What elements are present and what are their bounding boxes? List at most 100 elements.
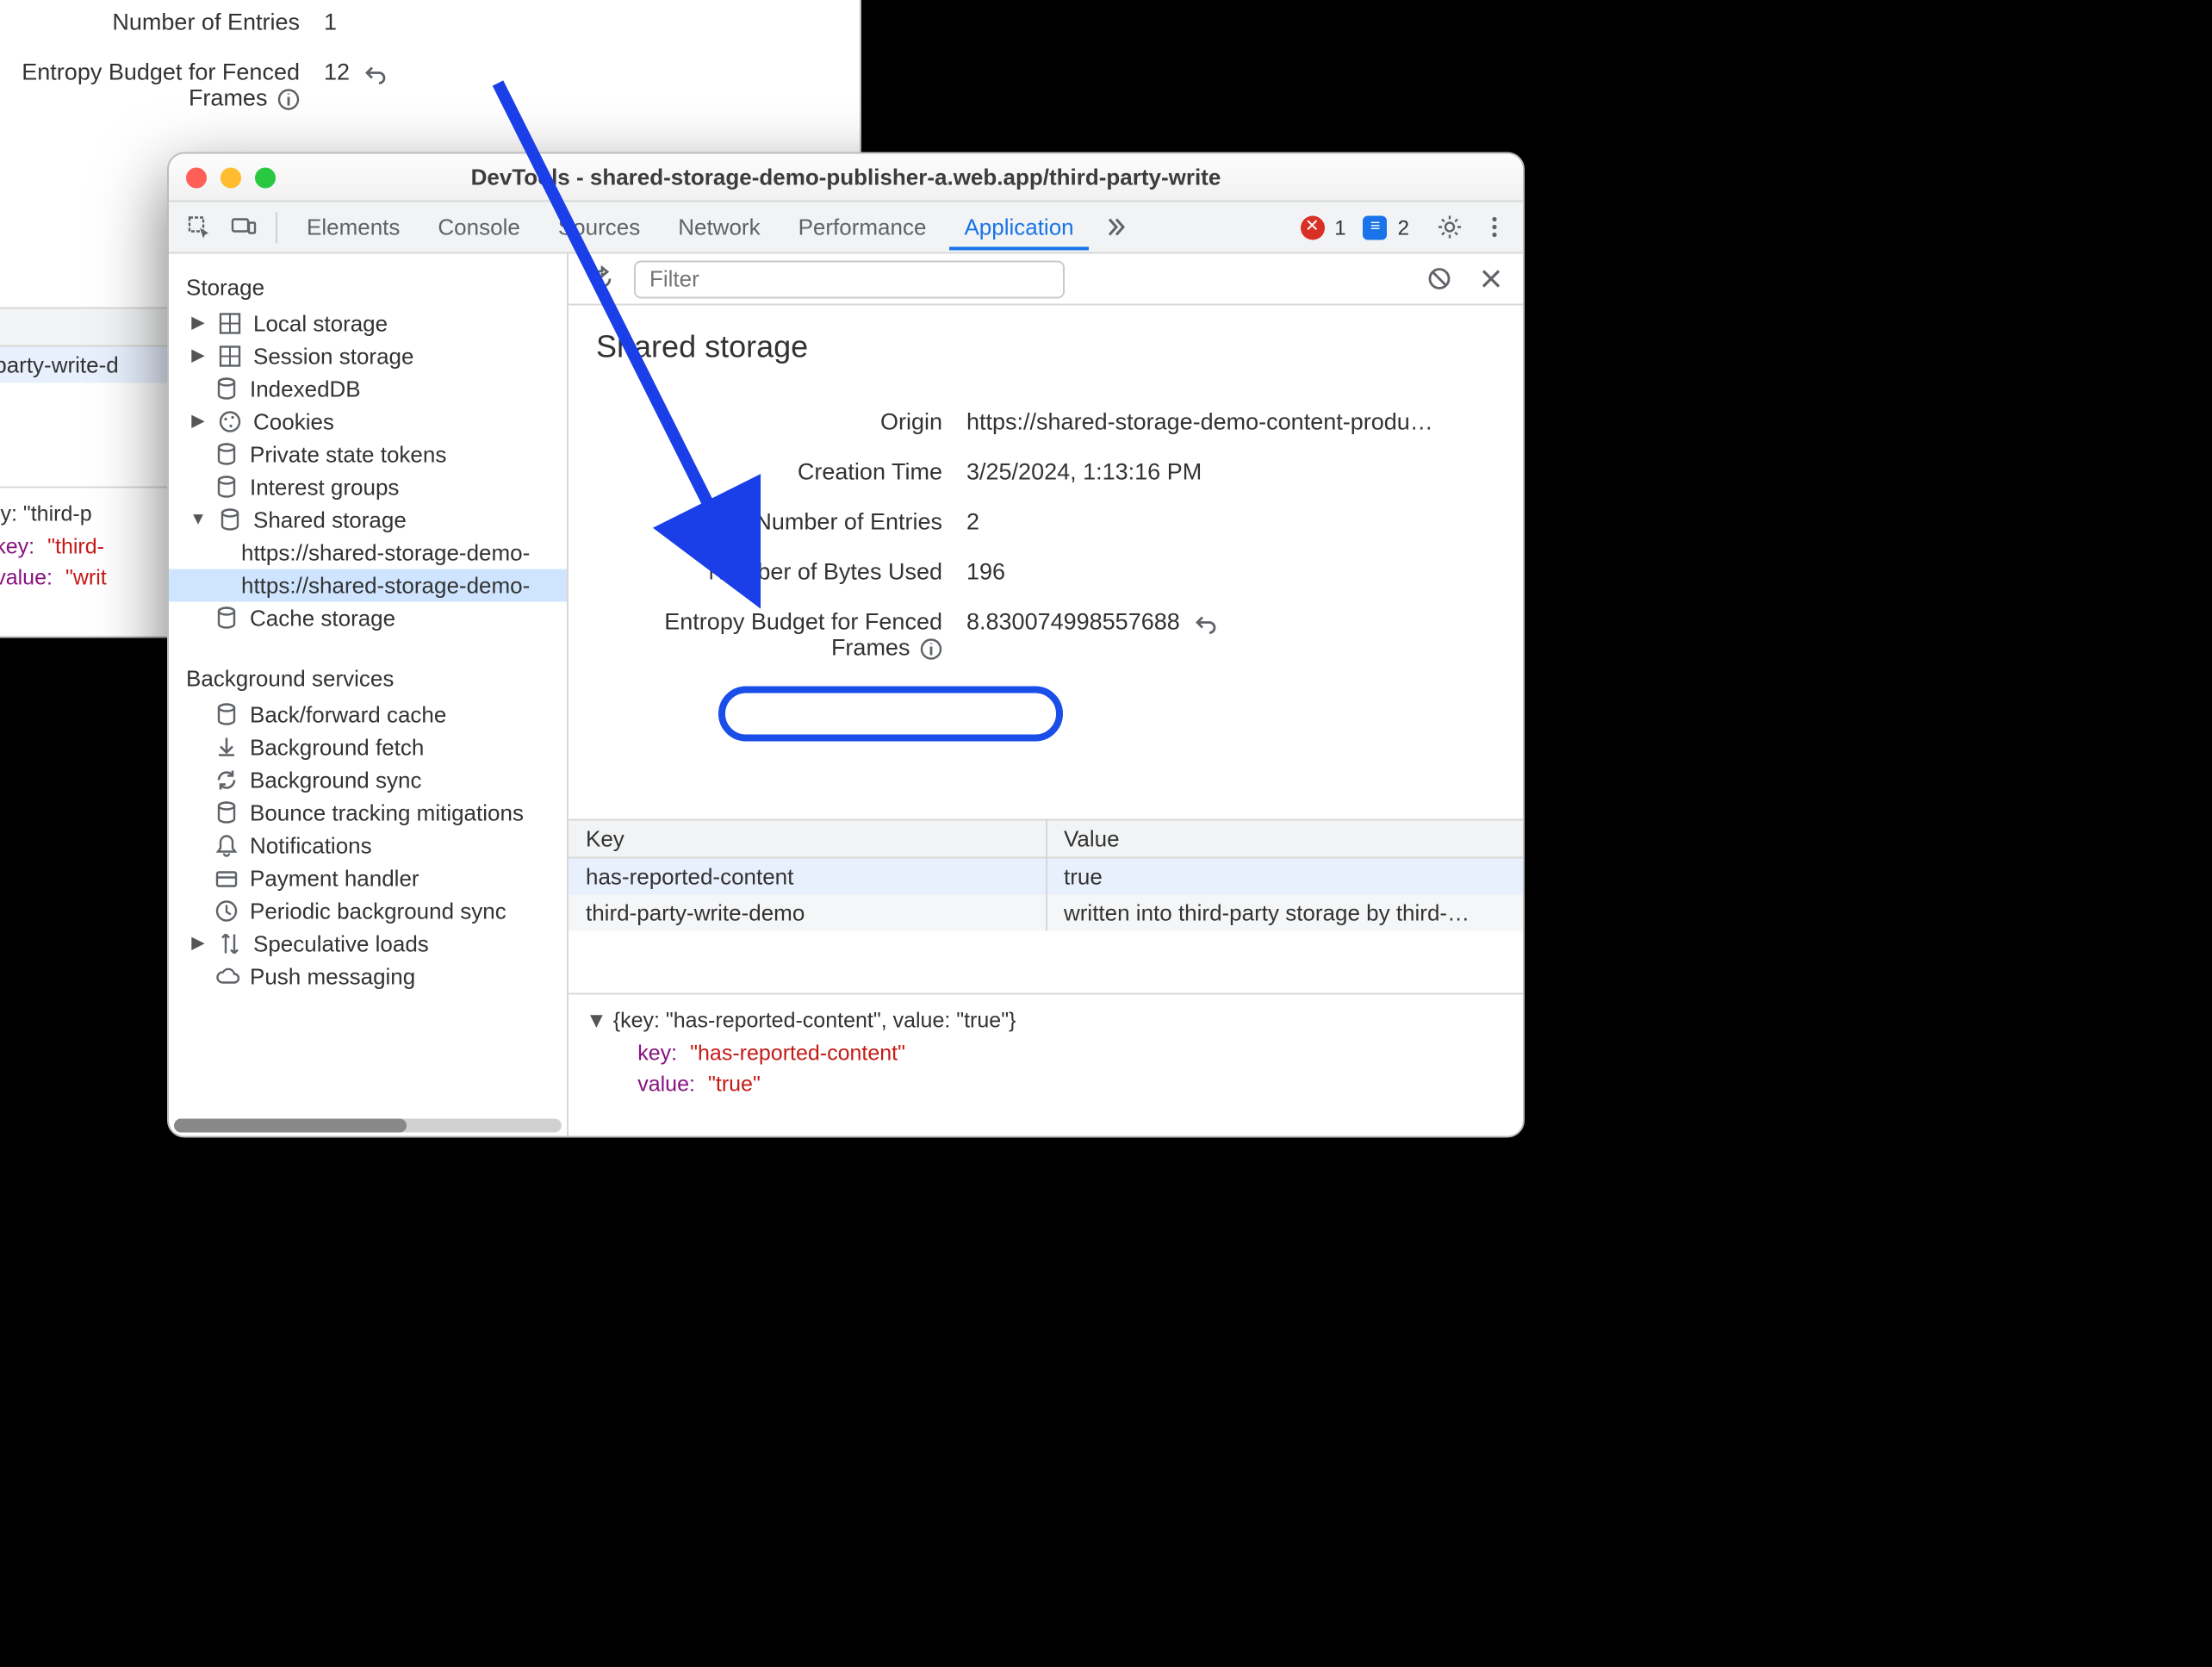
titlebar[interactable]: DevTools - shared-storage-demo-publisher… [169, 154, 1523, 202]
sidebar-item-speculative[interactable]: ▶Speculative loads [169, 928, 567, 961]
caret-down-icon: ▼ [190, 511, 207, 530]
tab-elements[interactable]: Elements [291, 204, 415, 251]
bell-icon [214, 833, 239, 859]
updown-icon [217, 931, 243, 957]
sidebar-item-periodic-sync[interactable]: Periodic background sync [169, 895, 567, 928]
filter-input[interactable] [634, 260, 1065, 298]
entries-label: Number of Entries [596, 509, 966, 535]
grid-icon [217, 344, 243, 370]
storage-table: KeyValue has-reported-contenttrue third-… [569, 818, 1523, 992]
minimize-window-icon[interactable] [221, 167, 241, 188]
table-row[interactable]: third-party-write-demowritten into third… [569, 894, 1523, 930]
message-badge-icon[interactable]: ≡ [1364, 215, 1388, 239]
origin-label: Origin [596, 409, 966, 435]
creation-time-value: 3/25/2024, 1:13:16 PM [966, 459, 1202, 485]
sidebar-item-local-storage[interactable]: ▶Local storage [169, 308, 567, 340]
scrollbar[interactable] [174, 1119, 562, 1133]
sidebar-group-background: Background services [169, 656, 567, 699]
grid-icon [217, 311, 243, 337]
cookie-icon [217, 409, 243, 435]
entropy-budget-value: 12 [324, 59, 350, 85]
tab-sources[interactable]: Sources [543, 204, 656, 251]
device-toggle-icon[interactable] [224, 208, 262, 246]
inspect-icon[interactable] [179, 208, 217, 246]
sidebar-item-session-storage[interactable]: ▶Session storage [169, 340, 567, 373]
sidebar-item-cookies[interactable]: ▶Cookies [169, 406, 567, 439]
table-row[interactable]: has-reported-contenttrue [569, 858, 1523, 894]
cell-key: third-party-write-demo [569, 894, 1047, 930]
main-panel: Shared storage Originhttps://shared-stor… [569, 254, 1523, 1136]
tab-application[interactable]: Application [948, 204, 1089, 251]
database-icon [214, 475, 239, 501]
caret-right-icon: ▶ [190, 314, 207, 333]
bytes-used-value: 196 [966, 559, 1005, 585]
cell-value: true [1047, 858, 1523, 894]
entries-value: 1 [324, 9, 337, 35]
sidebar-item-notifications[interactable]: Notifications [169, 830, 567, 862]
download-icon [214, 735, 239, 761]
sidebar-item-indexeddb[interactable]: IndexedDB [169, 373, 567, 406]
zoom-window-icon[interactable] [255, 167, 276, 188]
table-header-value[interactable]: Value [1047, 820, 1523, 856]
entries-label: Number of Entries [0, 9, 324, 35]
database-icon [214, 376, 239, 402]
caret-right-icon: ▶ [190, 935, 207, 954]
cell-value: written into third-party storage by thir… [1047, 894, 1523, 930]
bytes-used-label: Number of Bytes Used [596, 559, 966, 585]
message-count[interactable]: 2 [1398, 215, 1409, 239]
database-icon [214, 606, 239, 631]
entropy-budget-label: Entropy Budget for Fenced Frames [664, 609, 942, 661]
sidebar-item-interest-groups[interactable]: Interest groups [169, 471, 567, 504]
reset-icon[interactable] [1193, 610, 1219, 636]
cloud-icon [214, 964, 239, 990]
caret-right-icon: ▶ [190, 413, 207, 432]
creation-time-label: Creation Time [596, 459, 966, 485]
sidebar-item-bounce-tracking[interactable]: Bounce tracking mitigations [169, 797, 567, 830]
clock-icon [214, 899, 239, 924]
entries-value: 2 [966, 509, 979, 535]
devtools-tabstrip: Elements Console Sources Network Perform… [169, 202, 1523, 254]
shared-storage-origin-2[interactable]: https://shared-storage-demo- [169, 569, 567, 602]
database-icon [217, 507, 243, 533]
sync-icon [214, 768, 239, 793]
sidebar-item-private-state-tokens[interactable]: Private state tokens [169, 439, 567, 471]
sidebar-item-bg-sync[interactable]: Background sync [169, 764, 567, 797]
shared-storage-origin-1[interactable]: https://shared-storage-demo- [169, 537, 567, 569]
sidebar-item-push[interactable]: Push messaging [169, 961, 567, 993]
more-tabs-icon[interactable] [1097, 208, 1134, 246]
entropy-budget-value: 8.830074998557688 [966, 609, 1180, 635]
info-icon[interactable] [274, 86, 300, 112]
sidebar-item-cache-storage[interactable]: Cache storage [169, 602, 567, 635]
caret-right-icon: ▶ [190, 347, 207, 366]
kebab-menu-icon[interactable] [1475, 208, 1513, 246]
close-icon[interactable] [1471, 260, 1509, 298]
cell-key: has-reported-content [569, 858, 1047, 894]
close-window-icon[interactable] [186, 167, 207, 188]
reload-icon[interactable] [582, 260, 620, 298]
database-icon [214, 442, 239, 468]
info-icon[interactable] [916, 636, 942, 662]
origin-value: https://shared-storage-demo-content-prod… [966, 409, 1433, 435]
tab-network[interactable]: Network [662, 204, 775, 251]
tab-performance[interactable]: Performance [783, 204, 942, 251]
sidebar-item-bg-fetch[interactable]: Background fetch [169, 731, 567, 764]
devtools-window-2: DevTools - shared-storage-demo-publisher… [167, 152, 1525, 1138]
sidebar-item-payment-handler[interactable]: Payment handler [169, 862, 567, 895]
application-sidebar: Storage ▶Local storage ▶Session storage … [169, 254, 569, 1136]
sidebar-item-shared-storage[interactable]: ▼Shared storage [169, 504, 567, 537]
table-header-key[interactable]: Key [569, 820, 1047, 856]
card-icon [214, 866, 239, 892]
window-title: DevTools - shared-storage-demo-publisher… [169, 165, 1523, 190]
clear-icon[interactable] [1420, 260, 1457, 298]
panel-heading: Shared storage [596, 330, 1495, 366]
entry-preview: ▼ {key: "has-reported-content", value: "… [569, 992, 1523, 1119]
tab-console[interactable]: Console [422, 204, 535, 251]
settings-icon[interactable] [1430, 208, 1468, 246]
error-badge-icon[interactable]: ✕ [1300, 215, 1324, 239]
sidebar-item-bfcache[interactable]: Back/forward cache [169, 699, 567, 731]
database-icon [214, 800, 239, 826]
entropy-budget-label: Entropy Budget for Fenced Frames [22, 59, 300, 111]
error-count[interactable]: 1 [1334, 215, 1345, 239]
reset-icon[interactable] [363, 60, 388, 86]
database-icon [214, 702, 239, 728]
